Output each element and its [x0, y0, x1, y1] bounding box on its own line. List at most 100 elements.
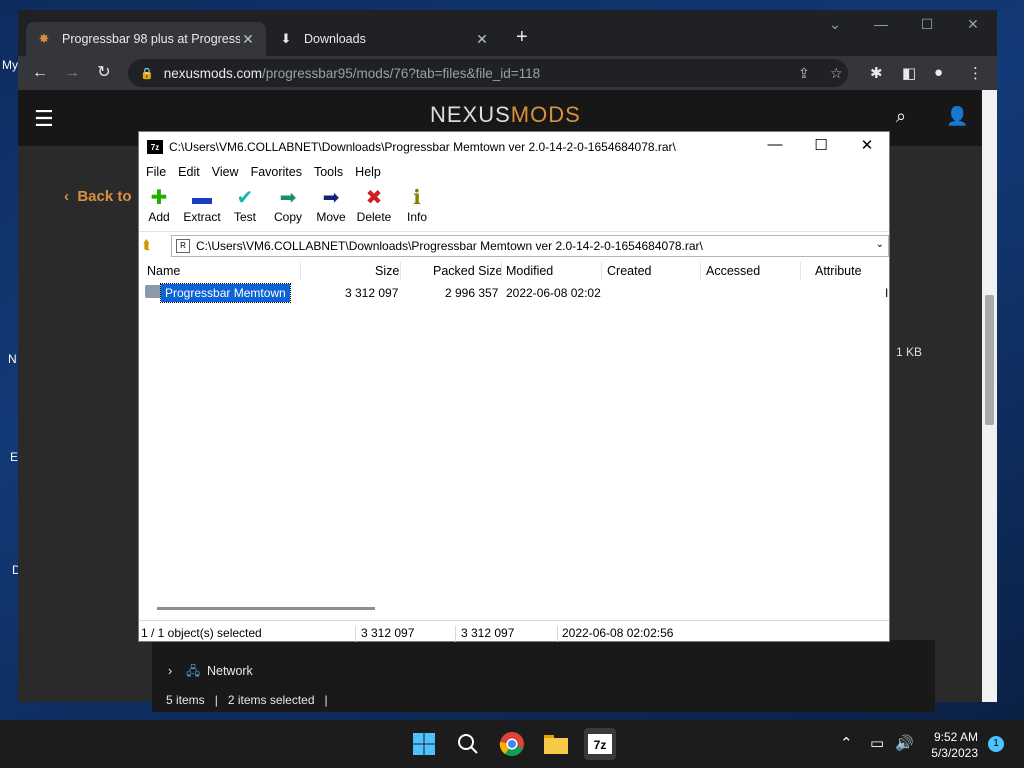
- notification-badge[interactable]: 1: [988, 736, 1004, 752]
- side-panel-icon[interactable]: ◧: [902, 64, 916, 82]
- back-link-text: Back to: [77, 188, 132, 205]
- bookmark-star-icon[interactable]: ☆: [830, 59, 843, 87]
- maximize-button[interactable]: ☐: [912, 16, 942, 33]
- maximize-button[interactable]: ☐: [801, 136, 841, 154]
- chevron-down-icon[interactable]: ⌄: [876, 239, 884, 250]
- delete-button[interactable]: ✖ Delete: [352, 186, 396, 224]
- chrome-taskbar-button[interactable]: [496, 728, 528, 760]
- forward-icon[interactable]: →: [60, 62, 84, 84]
- column-size[interactable]: Size: [375, 264, 399, 278]
- column-divider[interactable]: [300, 262, 301, 280]
- close-button[interactable]: ✕: [847, 136, 887, 154]
- column-name[interactable]: Name: [147, 264, 180, 278]
- 7zip-titlebar: 7z C:\Users\VM6.COLLABNET\Downloads\Prog…: [139, 132, 889, 162]
- start-button[interactable]: [408, 728, 440, 760]
- new-tab-button[interactable]: +: [516, 26, 528, 49]
- tab-nexusmods[interactable]: ✸ Progressbar 98 plus at Progressbar ✕: [26, 22, 266, 56]
- path-bar: ⮬ R C:\Users\VM6.COLLABNET\Downloads\Pro…: [139, 234, 889, 258]
- table-row[interactable]: Progressbar Memtown 3 312 097 2 996 357 …: [139, 283, 889, 303]
- desktop-label: N: [8, 352, 17, 366]
- file-packed-size: 2 996 357: [445, 286, 499, 300]
- menu-help[interactable]: Help: [355, 162, 387, 182]
- address-bar[interactable]: 🔒 nexusmods.com/progressbar95/mods/76?ta…: [128, 59, 848, 87]
- info-button[interactable]: ℹ Info: [395, 186, 439, 224]
- tab-downloads[interactable]: ⬇ Downloads ✕: [268, 22, 500, 56]
- test-button[interactable]: ✔ Test: [223, 186, 267, 224]
- share-icon[interactable]: ⇪: [798, 59, 810, 87]
- user-icon[interactable]: 👤: [946, 106, 968, 127]
- tool-label: Info: [406, 210, 427, 224]
- back-icon[interactable]: ←: [28, 62, 52, 84]
- desktop-label: E: [10, 450, 19, 464]
- tab-search-icon[interactable]: ⌄: [820, 16, 850, 33]
- tab-strip: ✸ Progressbar 98 plus at Progressbar ✕ ⬇…: [18, 10, 997, 56]
- folder-up-icon[interactable]: ⮬: [143, 237, 161, 255]
- menu-file[interactable]: File: [146, 162, 172, 182]
- extract-button[interactable]: ▬ Extract: [180, 186, 224, 224]
- column-divider[interactable]: [700, 262, 701, 280]
- tab-title: Downloads: [304, 32, 366, 46]
- explorer-status: 5 items | 2 items selected |: [166, 693, 328, 707]
- back-link[interactable]: ‹ Back to: [64, 188, 132, 205]
- column-packed-size[interactable]: Packed Size: [433, 264, 502, 278]
- selected-count: 2 items selected: [227, 693, 315, 707]
- file-name[interactable]: Progressbar Memtown: [160, 283, 291, 303]
- extensions-icon[interactable]: ✱: [870, 64, 883, 82]
- search-icon: [458, 734, 478, 754]
- menu-edit[interactable]: Edit: [178, 162, 206, 182]
- file-size: 1 KB: [896, 345, 923, 359]
- nav-network[interactable]: › 🖧 Network: [168, 662, 253, 683]
- menu-tools[interactable]: Tools: [314, 162, 349, 182]
- lock-icon: 🔒: [140, 67, 154, 80]
- column-modified[interactable]: Modified: [506, 264, 553, 278]
- search-icon[interactable]: ⌕: [896, 106, 906, 127]
- 7zip-taskbar-button[interactable]: 7z: [584, 728, 616, 760]
- column-divider[interactable]: [501, 262, 502, 280]
- extract-icon: ▬: [192, 187, 212, 209]
- hamburger-menu-icon[interactable]: ☰: [34, 106, 54, 132]
- network-icon[interactable]: ▭: [870, 734, 884, 752]
- close-window-button[interactable]: ✕: [958, 16, 988, 33]
- column-accessed[interactable]: Accessed: [706, 264, 760, 278]
- tool-label: Add: [148, 210, 170, 224]
- volume-icon[interactable]: 🔊: [895, 734, 914, 752]
- minimize-button[interactable]: —: [866, 16, 896, 32]
- download-icon: ⬇: [280, 31, 292, 46]
- clock[interactable]: 9:52 AM 5/3/2023: [922, 729, 978, 761]
- add-button[interactable]: ✚ Add: [137, 186, 181, 224]
- column-divider[interactable]: [800, 262, 801, 280]
- status-modified: 2022-06-08 02:02:56: [562, 626, 674, 640]
- horizontal-scrollbar[interactable]: [157, 607, 375, 610]
- close-tab-icon[interactable]: ✕: [474, 31, 490, 48]
- nexus-logo[interactable]: NEXUSMODS: [430, 102, 581, 128]
- menu-favorites[interactable]: Favorites: [251, 162, 308, 182]
- copy-button[interactable]: ➡ Copy: [266, 186, 310, 224]
- chevron-up-icon[interactable]: ⌃: [840, 734, 853, 752]
- tool-label: Copy: [273, 210, 302, 224]
- column-created[interactable]: Created: [607, 264, 651, 278]
- logo-accent-text: MODS: [510, 102, 581, 127]
- status-divider: [355, 626, 356, 642]
- file-explorer-taskbar-button[interactable]: [540, 728, 572, 760]
- column-attributes[interactable]: Attribute: [815, 264, 862, 278]
- column-divider[interactable]: [601, 262, 602, 280]
- column-divider[interactable]: [400, 262, 401, 280]
- path-combobox[interactable]: R C:\Users\VM6.COLLABNET\Downloads\Progr…: [171, 235, 889, 257]
- profile-icon[interactable]: ●: [934, 64, 943, 81]
- 7zip-window: 7z C:\Users\VM6.COLLABNET\Downloads\Prog…: [138, 131, 890, 642]
- menu-kebab-icon[interactable]: ⋮: [968, 64, 983, 82]
- logo-text: NEXUS: [430, 102, 511, 127]
- reload-icon[interactable]: ↻: [92, 62, 116, 84]
- page-scrollbar[interactable]: [982, 90, 997, 702]
- file-modified: 2022-06-08 02:02: [506, 286, 601, 300]
- status-packed: 3 312 097: [461, 626, 515, 640]
- window-title: C:\Users\VM6.COLLABNET\Downloads\Progres…: [169, 140, 676, 154]
- close-tab-icon[interactable]: ✕: [240, 31, 256, 48]
- scrollbar-thumb[interactable]: [985, 295, 994, 425]
- menu-view[interactable]: View: [212, 162, 245, 182]
- search-button[interactable]: [452, 728, 484, 760]
- minimize-button[interactable]: —: [755, 136, 795, 153]
- archive-icon: R: [176, 239, 190, 253]
- 7zip-toolbar: ✚ Add ▬ Extract ✔ Test ➡ Copy ➡ Move ✖ Delete …: [139, 184, 889, 232]
- move-button[interactable]: ➡ Move: [309, 186, 353, 224]
